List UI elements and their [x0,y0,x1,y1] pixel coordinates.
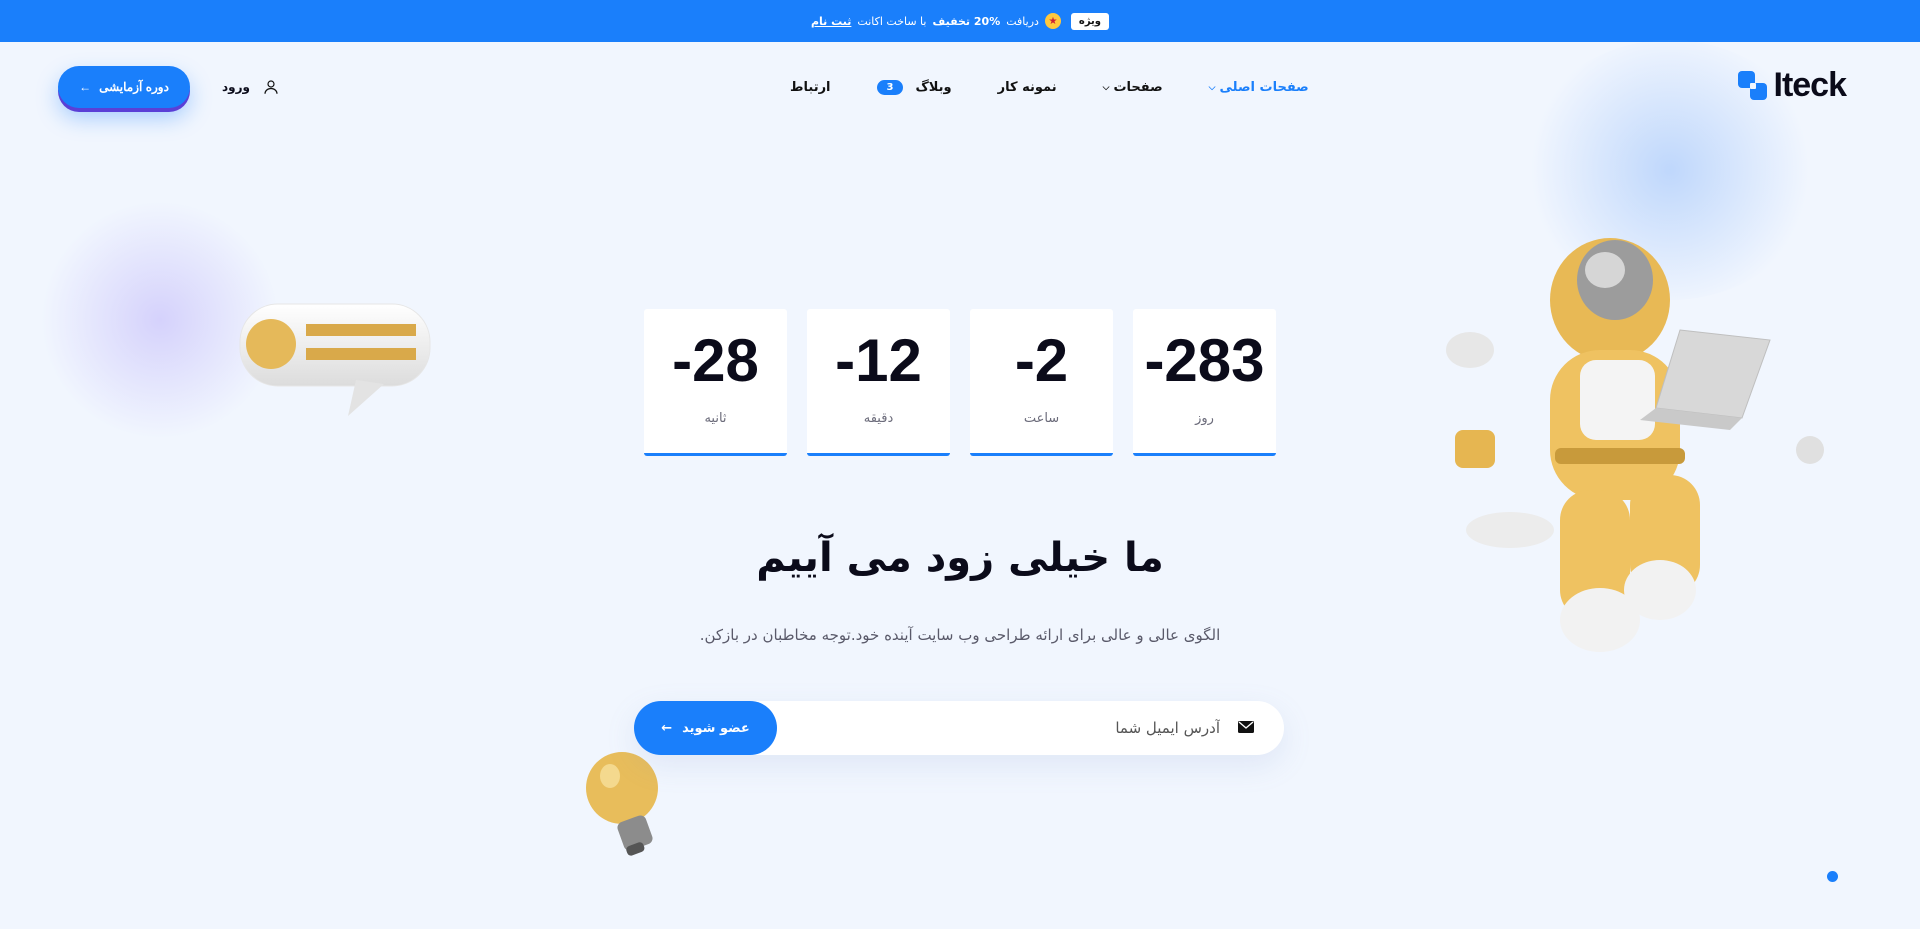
email-input[interactable] [840,713,1220,743]
special-badge: ویژه [1070,12,1110,30]
nav-blog-label: وبلاگ [915,80,952,95]
nav-item-blog[interactable]: وبلاگ 3 [876,80,952,95]
hero-subtitle: الگوی عالی و عالی برای ارائه طراحی وب سا… [699,626,1221,644]
nav-contact-label: ارتباط [790,80,831,95]
countdown-seconds: -28 ثانیه [644,309,787,456]
join-button[interactable]: عضو شوید ← [634,701,777,755]
days-label: روز [1195,411,1214,426]
site-logo[interactable]: Iteck [1737,66,1847,105]
login-link[interactable]: ورود [222,78,280,96]
nav-home-label: صفحات اصلی [1219,80,1309,95]
star-eyes-emoji-icon: ★ [1044,13,1061,29]
nav-pages-label: صفحات [1113,80,1163,95]
logo-mark-icon [1737,70,1768,101]
seconds-value: -28 [672,327,759,394]
hours-value: -2 [1014,327,1069,394]
blog-count-badge: 3 [876,80,904,95]
nav-item-contact[interactable]: ارتباط [790,80,831,95]
chat-bubble-illustration [239,303,431,416]
countdown-days: -283 روز [1133,309,1276,456]
astronaut-illustration [1446,238,1824,652]
nav-item-home[interactable]: صفحات اصلی ⌵ [1209,80,1309,95]
seconds-label: ثانیه [704,411,727,426]
site-header: Iteck صفحات اصلی ⌵ صفحات ⌵ نمونه کار وبل… [0,42,1920,132]
trial-button-label: دوره آزمایشی [99,80,169,94]
logo-text: Iteck [1773,66,1847,104]
user-icon [264,80,278,94]
hero-title: ما خیلی زود می آییم [756,535,1164,581]
countdown-timer: -283 روز -2 ساعت -12 دقیقه -28 ثانیه [644,309,1276,456]
announcement-bar: ویژه ★ دریافت 20% تخفیف با ساخت اکانت ثب… [0,0,1920,42]
trial-course-button[interactable]: دوره آزمایشی ← [58,66,190,108]
nav-portfolio-label: نمونه کار [997,80,1057,95]
announcement-discount: 20% تخفیف [932,14,1001,28]
nav-item-portfolio[interactable]: نمونه کار [998,80,1057,95]
subscribe-form: عضو شوید ← [634,701,1284,755]
signup-link[interactable]: ثبت نام [811,15,851,28]
nav-item-pages[interactable]: صفحات ⌵ [1103,80,1163,95]
light-bulb-illustration [586,752,658,856]
chevron-down-icon: ⌵ [1102,82,1110,93]
hours-label: ساعت [1023,411,1060,426]
login-label: ورود [222,80,250,94]
chevron-down-icon: ⌵ [1208,82,1216,93]
days-value: -283 [1144,327,1265,394]
arrow-left-icon: ← [661,720,673,736]
announcement-text-after: با ساخت اکانت [857,14,927,28]
countdown-hours: -2 ساعت [970,309,1113,456]
join-button-label: عضو شوید [682,720,750,736]
minutes-label: دقیقه [863,411,894,426]
countdown-minutes: -12 دقیقه [807,309,950,456]
scroll-indicator-dot[interactable] [1827,871,1838,882]
minutes-value: -12 [835,327,922,394]
announcement-text-before: دریافت [1006,14,1039,28]
main-nav: صفحات اصلی ⌵ صفحات ⌵ نمونه کار وبلاگ 3 ا… [790,80,1309,95]
arrow-left-icon: ← [79,80,92,94]
mail-icon [1238,721,1254,733]
